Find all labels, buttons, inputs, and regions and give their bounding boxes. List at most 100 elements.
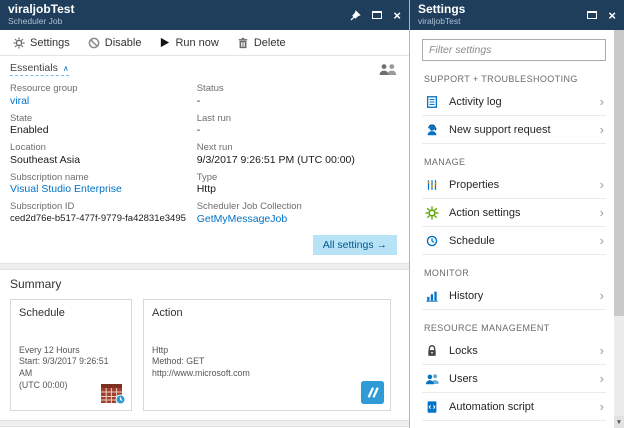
essentials-right-column: Status - Last run - Next run 9/3/2017 9:… (197, 83, 399, 231)
run-now-command-button[interactable]: Run now (150, 30, 227, 55)
properties-icon (424, 178, 440, 192)
all-settings-button[interactable]: All settings → (312, 234, 397, 255)
settings-title: Settings (418, 3, 466, 17)
summary-tiles: Schedule Every 12 Hours Start: 9/3/2017 … (10, 298, 399, 411)
group-header: MANAGE (424, 157, 466, 167)
filter-settings-box (422, 39, 606, 61)
field-label: Scheduler Job Collection (196, 201, 302, 213)
settings-item-properties[interactable]: Properties › (422, 171, 606, 199)
lock-icon (424, 344, 440, 358)
settings-item-new-support-request[interactable]: New support request › (422, 116, 606, 144)
settings-subtitle: viraljobTest (418, 16, 461, 27)
delete-command-button[interactable]: Delete (228, 30, 295, 55)
chevron-right-icon: › (599, 94, 604, 109)
field-subscription-name: Subscription name Visual Studio Enterpri… (10, 172, 197, 198)
essentials-toggle[interactable]: Essentials ∧ (10, 62, 69, 76)
settings-item-label: Activity log (449, 95, 502, 108)
section-divider (0, 419, 409, 427)
action-tile-text: Http Method: GET http://www.microsoft.co… (152, 345, 382, 381)
action-line: Method: GET (152, 356, 205, 367)
field-status: Status - (197, 83, 399, 109)
field-label: Location (10, 142, 46, 154)
resource-group-link[interactable]: viral (10, 95, 197, 109)
settings-item-action-settings[interactable]: Action settings › (422, 199, 606, 227)
settings-item-label: Users (449, 372, 478, 385)
settings-item-users[interactable]: Users › (422, 365, 606, 393)
trash-icon (237, 37, 249, 49)
settings-group-manage: MANAGE Properties › Action settings › Sc… (422, 157, 606, 255)
schedule-tile[interactable]: Schedule Every 12 Hours Start: 9/3/2017 … (10, 298, 132, 411)
essentials-grid: Resource group viral State Enabled Locat… (0, 79, 409, 233)
field-next-run: Next run 9/3/2017 9:26:51 PM (UTC 00:00) (197, 142, 399, 168)
field-label: Status (196, 83, 224, 94)
maximize-icon[interactable] (587, 11, 598, 19)
users-icon (424, 372, 440, 386)
disable-command-label: Disable (104, 36, 142, 49)
job-blade-header: viraljobTest Scheduler Job × (0, 0, 409, 30)
pin-icon[interactable] (350, 9, 362, 21)
settings-item-label: Properties (449, 178, 500, 191)
field-location: Location Southeast Asia (10, 142, 197, 168)
run-now-command-label: Run now (175, 36, 219, 49)
close-icon[interactable]: × (608, 9, 616, 22)
blade-subtitle: Scheduler Job (8, 16, 63, 27)
essentials-bar: Essentials ∧ (0, 56, 409, 79)
settings-item-automation-script[interactable]: Automation script › (422, 393, 606, 421)
blade-header-icons: × (350, 9, 401, 22)
subscription-name-link[interactable]: Visual Studio Enterprise (10, 183, 197, 197)
settings-header-icons: × (587, 9, 616, 22)
settings-item-locks[interactable]: Locks › (422, 337, 606, 365)
scheduler-job-blade: viraljobTest Scheduler Job × Settings Di… (0, 0, 409, 428)
chevron-right-icon: › (599, 177, 604, 192)
script-icon (424, 400, 440, 414)
chevron-right-icon: › (599, 122, 604, 137)
state-value: Enabled (10, 124, 49, 137)
essentials-label: Essentials (10, 62, 58, 74)
type-value: Http (196, 183, 216, 196)
maximize-icon[interactable] (372, 11, 383, 19)
field-resource-group: Resource group viral (10, 83, 197, 109)
field-label: Type (196, 171, 218, 183)
disable-command-button[interactable]: Disable (79, 30, 151, 55)
schedule-line: Start: 9/3/2017 9:26:51 AM (19, 356, 109, 379)
clock-icon (424, 234, 440, 248)
settings-item-activity-log[interactable]: Activity log › (422, 88, 606, 116)
settings-group-monitor: MONITOR History › (422, 268, 606, 310)
prohibition-icon (88, 37, 100, 49)
filter-settings-input[interactable] (429, 44, 599, 56)
bar-chart-icon (424, 289, 440, 303)
action-settings-gear-icon (424, 205, 440, 220)
settings-item-schedule[interactable]: Schedule › (422, 227, 606, 255)
section-divider (0, 262, 409, 270)
settings-item-label: Action settings (449, 206, 521, 219)
chevron-right-icon: › (599, 205, 604, 220)
field-type: Type Http (197, 172, 399, 198)
field-job-collection: Scheduler Job Collection GetMyMessageJob (197, 201, 399, 227)
people-icon[interactable] (377, 63, 399, 76)
delete-command-label: Delete (253, 36, 286, 49)
chevron-right-icon: › (599, 233, 604, 248)
action-tile-title: Action (152, 306, 183, 319)
scrollbar-thumb[interactable] (614, 30, 624, 316)
calendar-icon (100, 381, 126, 405)
play-icon (159, 37, 170, 48)
close-icon[interactable]: × (393, 9, 401, 22)
settings-scrollbar[interactable]: ▼ (614, 30, 624, 428)
job-collection-link[interactable]: GetMyMessageJob (197, 213, 399, 227)
scroll-down-arrow[interactable]: ▼ (614, 416, 624, 428)
action-icon (360, 380, 385, 405)
essentials-left-column: Resource group viral State Enabled Locat… (10, 83, 197, 231)
next-run-value: 9/3/2017 9:26:51 PM (UTC 00:00) (196, 153, 355, 166)
last-run-value: - (196, 124, 201, 137)
settings-blade-titles: Settings viraljobTest (418, 3, 587, 27)
chevron-right-icon: › (599, 399, 604, 414)
location-value: Southeast Asia (10, 153, 81, 166)
azure-portal-window: viraljobTest Scheduler Job × Settings Di… (0, 0, 624, 428)
action-tile[interactable]: Action Http Method: GET http://www.micro… (143, 298, 391, 411)
settings-item-history[interactable]: History › (422, 282, 606, 310)
settings-command-button[interactable]: Settings (4, 30, 79, 55)
schedule-tile-title: Schedule (19, 306, 65, 319)
gear-icon (13, 36, 25, 49)
job-blade-titles: viraljobTest Scheduler Job (8, 3, 350, 27)
group-header: MONITOR (424, 268, 470, 278)
